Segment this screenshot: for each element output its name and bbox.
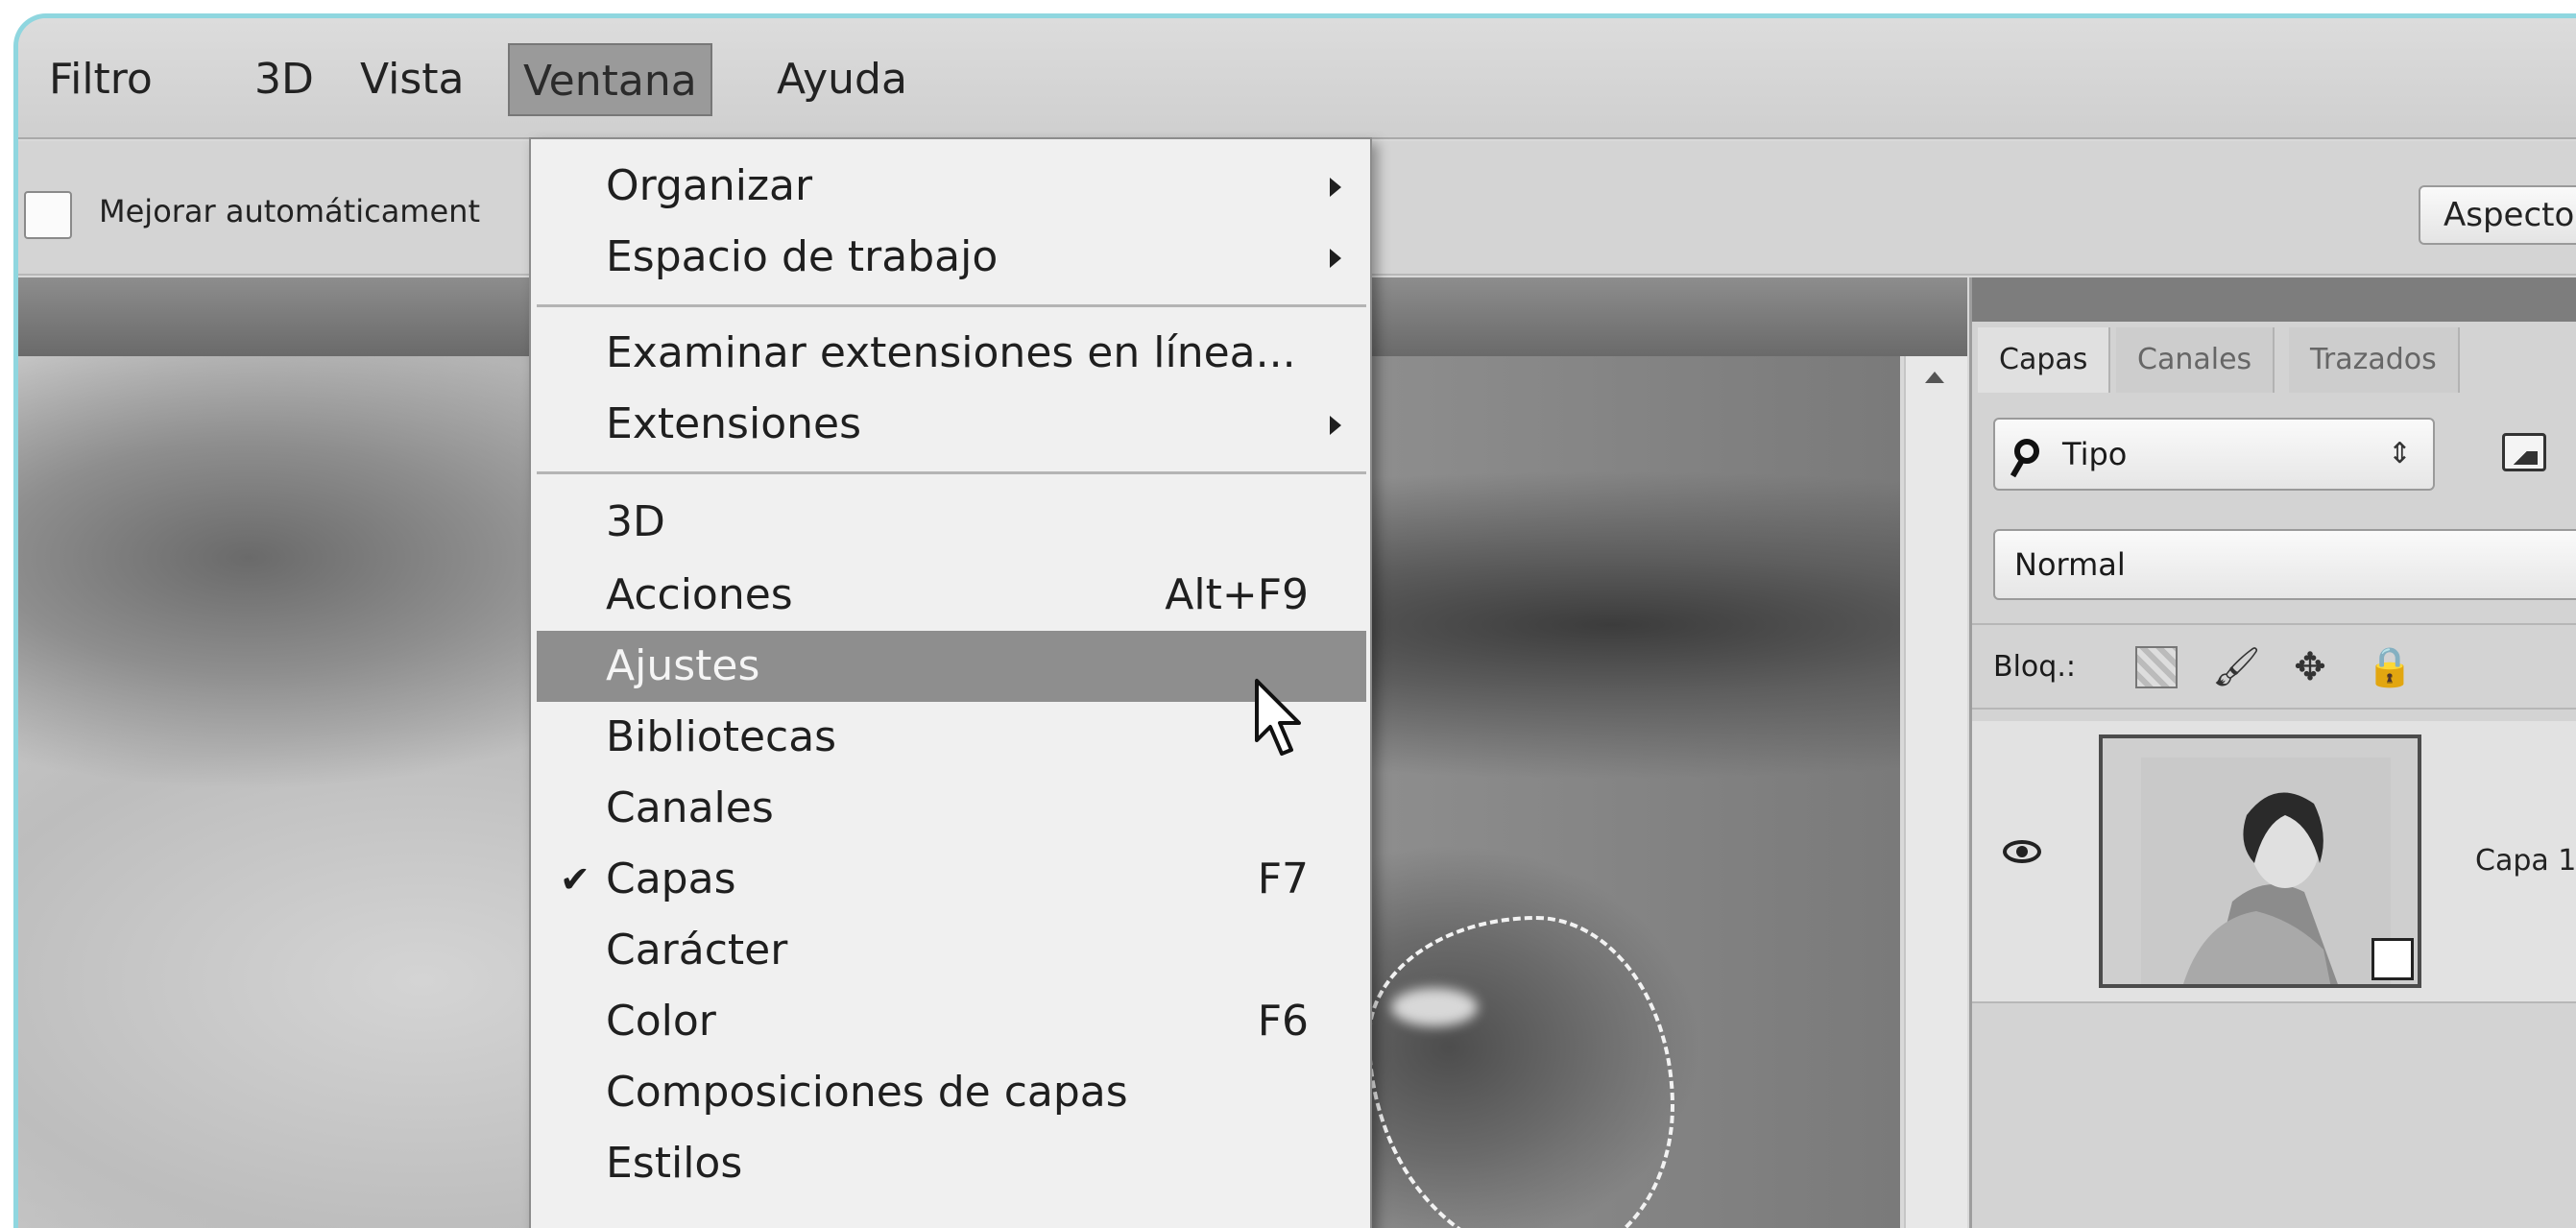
menu-item-estilos[interactable]: Estilos [537, 1128, 1366, 1199]
portrait-thumbnail [2141, 758, 2391, 984]
tab-canales[interactable]: Canales [2116, 327, 2275, 393]
menu-ayuda[interactable]: Ayuda [763, 43, 921, 116]
layer-row[interactable]: Capa 1 [1972, 721, 2576, 1003]
move-icon[interactable]: ✥ [2289, 646, 2331, 688]
menu-item-label: Capas [606, 855, 736, 903]
menu-item-label: Color [606, 997, 716, 1046]
menu-item-color[interactable]: Color F6 [537, 986, 1366, 1057]
menu-item-composiciones-de-capas[interactable]: Composiciones de capas [537, 1057, 1366, 1128]
search-icon [2014, 439, 2039, 464]
menu-item-capas[interactable]: ✔ Capas F7 [537, 844, 1366, 915]
lock-label: Bloq.: [1993, 650, 2076, 684]
layer-thumbnail[interactable] [2099, 734, 2421, 988]
tab-capas[interactable]: Capas [1978, 327, 2111, 393]
menu-item-label: Estilos [606, 1139, 743, 1188]
layer-filter-select[interactable]: Tipo ⇕ [1993, 418, 2435, 491]
updown-arrows-icon: ⇕ [2387, 437, 2412, 470]
smart-object-icon [2371, 938, 2414, 980]
menu-item-canales[interactable]: Canales [537, 773, 1366, 844]
menu-item-shortcut: F7 [1257, 855, 1309, 903]
menu-item-extensiones[interactable]: Extensiones [537, 389, 1366, 460]
menu-item-label: Espacio de trabajo [606, 232, 999, 281]
blend-mode-select[interactable]: Normal [1993, 529, 2576, 600]
menu-bar: Filtro 3D Vista Ventana Ayuda [18, 18, 2576, 139]
menu-separator [537, 471, 1366, 474]
menu-item-label: Examinar extensiones en línea... [606, 328, 1296, 377]
brush-icon[interactable]: 🖌 [2212, 646, 2261, 688]
layers-panel: Capas Canales Trazados Tipo ⇕ Normal Blo… [1969, 277, 2576, 1228]
menu-item-ajustes[interactable]: Ajustes [537, 631, 1366, 702]
tab-trazados[interactable]: Trazados [2289, 327, 2460, 393]
auto-enhance-checkbox[interactable] [24, 191, 72, 239]
menu-item-espacio-de-trabajo[interactable]: Espacio de trabajo [537, 222, 1366, 293]
menu-item-label: Acciones [606, 570, 793, 619]
menu-ventana[interactable]: Ventana [508, 43, 712, 116]
lock-transparent-pixels-icon[interactable] [2135, 646, 2178, 688]
menu-vista[interactable]: Vista [347, 43, 478, 116]
menu-item-caracter[interactable]: Carácter [537, 915, 1366, 986]
menu-item-label: Canales [606, 783, 774, 832]
aspect-button[interactable]: Aspecto [2419, 185, 2576, 245]
visibility-eye-icon[interactable] [2003, 840, 2041, 863]
lock-icon[interactable]: 🔒 [2366, 646, 2414, 688]
menu-item-label: Organizar [606, 161, 813, 210]
mouse-pointer-icon [1255, 679, 1301, 756]
photoshop-window: Filtro 3D Vista Ventana Ayuda Mejorar au… [13, 13, 2576, 1228]
vertical-scrollbar[interactable] [1904, 356, 1967, 1228]
menu-item-label: Bibliotecas [606, 712, 837, 761]
scroll-up-icon[interactable] [1925, 372, 1944, 383]
menu-item-label: Composiciones de capas [606, 1068, 1128, 1117]
menu-item-label: Carácter [606, 926, 788, 975]
menu-item-examinar-extensiones[interactable]: Examinar extensiones en línea... [537, 318, 1366, 389]
layer-name[interactable]: Capa 1 [2475, 844, 2576, 878]
menu-filtro[interactable]: Filtro [36, 43, 166, 116]
ventana-dropdown-menu: Organizar Espacio de trabajo Examinar ex… [529, 137, 1372, 1228]
filter-type-label: Tipo [2062, 436, 2128, 472]
menu-item-label: 3D [606, 497, 665, 546]
submenu-arrow-icon [1330, 416, 1341, 435]
menu-item-bibliotecas[interactable]: Bibliotecas [537, 702, 1366, 773]
image-filter-icon[interactable] [2502, 433, 2546, 471]
lock-row: Bloq.: 🖌 ✥ 🔒 [1972, 623, 2576, 710]
auto-enhance-label: Mejorar automáticament [99, 193, 480, 229]
menu-item-acciones[interactable]: Acciones Alt+F9 [537, 560, 1366, 631]
menu-item-label: Extensiones [606, 399, 861, 448]
menu-item-shortcut: F6 [1257, 997, 1309, 1046]
panel-header-bar [1972, 277, 2576, 322]
checkmark-icon: ✔ [560, 858, 590, 901]
menu-separator [537, 304, 1366, 307]
menu-item-3d[interactable]: 3D [537, 487, 1366, 558]
submenu-arrow-icon [1330, 178, 1341, 197]
menu-item-shortcut: Alt+F9 [1165, 570, 1309, 619]
submenu-arrow-icon [1330, 249, 1341, 268]
menu-3d[interactable]: 3D [241, 43, 327, 116]
menu-item-label: Ajustes [606, 641, 760, 690]
menu-item-organizar[interactable]: Organizar [537, 151, 1366, 222]
